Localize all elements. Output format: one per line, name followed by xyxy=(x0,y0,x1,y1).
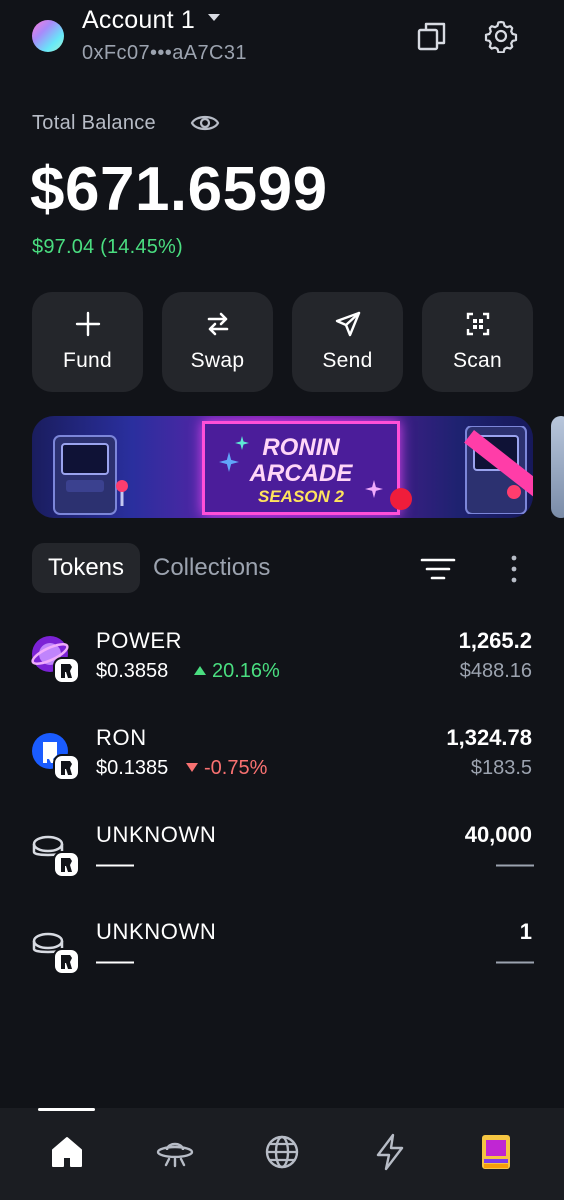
total-balance-label: Total Balance xyxy=(32,112,156,134)
tab-tokens[interactable]: Tokens xyxy=(32,543,140,593)
token-usd-value: $183.5 xyxy=(470,757,532,779)
token-change-value: -0.75% xyxy=(204,757,268,779)
banner-text: ARCADE xyxy=(249,460,353,487)
unknown-token-icon xyxy=(32,932,80,975)
ron-token-icon xyxy=(32,733,80,781)
fund-button[interactable]: Fund xyxy=(32,292,143,392)
filter-icon[interactable] xyxy=(420,556,456,582)
token-amount: 1,324.78 xyxy=(446,725,532,750)
eye-icon[interactable] xyxy=(190,111,220,135)
arcade-machine-icon xyxy=(53,435,128,515)
token-name: UNKNOWN xyxy=(96,919,217,944)
token-row[interactable]: UNKNOWN —— 1 —— xyxy=(0,917,564,997)
token-row[interactable]: RON $0.1385 -0.75% 1,324.78 $183.5 xyxy=(0,723,564,803)
send-label: Send xyxy=(322,349,373,372)
bottom-nav xyxy=(0,1108,564,1200)
token-row[interactable]: UNKNOWN —— 40,000 —— xyxy=(0,820,564,900)
next-banner-peek[interactable] xyxy=(551,416,564,518)
arrow-up-icon xyxy=(194,666,206,675)
ufo-icon[interactable] xyxy=(155,1132,195,1172)
token-change: 20.16% xyxy=(194,660,280,683)
tab-collections[interactable]: Collections xyxy=(153,543,270,593)
token-amount: 1 xyxy=(519,919,532,944)
token-name: UNKNOWN xyxy=(96,822,217,847)
power-token-icon xyxy=(31,636,80,684)
chevron-down-icon[interactable] xyxy=(208,14,220,21)
more-options-icon[interactable] xyxy=(502,552,526,586)
token-price: —— xyxy=(96,951,134,973)
plus-icon xyxy=(75,311,100,337)
account-address[interactable]: 0xFc07•••aA7C31 xyxy=(82,42,247,65)
banner-title-panel: RONIN ARCADE SEASON 2 xyxy=(202,421,400,515)
gear-icon[interactable] xyxy=(484,19,518,53)
active-tab-indicator xyxy=(38,1108,95,1111)
unknown-token-icon xyxy=(32,835,80,878)
token-amount: 40,000 xyxy=(464,822,532,847)
promo-banner[interactable]: RONIN ARCADE SEASON 2 xyxy=(32,416,533,518)
token-change-value: 20.16% xyxy=(212,660,280,682)
fund-label: Fund xyxy=(62,349,113,372)
header: Account 1 0xFc07•••aA7C31 xyxy=(0,0,564,80)
swap-label: Swap xyxy=(190,349,245,372)
scan-button[interactable]: Scan xyxy=(422,292,533,392)
token-amount: 1,265.2 xyxy=(458,628,532,653)
banner-subtitle: SEASON 2 xyxy=(258,487,344,506)
token-name: RON xyxy=(96,725,147,750)
scan-icon xyxy=(466,312,489,336)
token-usd-value: —— xyxy=(496,854,534,876)
arrow-down-icon xyxy=(186,763,198,772)
arcade-icon[interactable] xyxy=(476,1132,516,1172)
lightning-icon[interactable] xyxy=(370,1132,410,1172)
scan-label: Scan xyxy=(452,349,503,372)
balance-change: $97.04 (14.45%) xyxy=(32,236,183,258)
token-change: -0.75% xyxy=(186,757,267,780)
token-name: POWER xyxy=(96,628,183,653)
arcade-ball xyxy=(390,488,412,510)
copy-icon[interactable] xyxy=(416,20,448,52)
globe-icon[interactable] xyxy=(262,1132,302,1172)
avatar[interactable] xyxy=(32,20,64,52)
token-usd-value: —— xyxy=(496,951,534,973)
token-row[interactable]: POWER $0.3858 20.16% 1,265.2 $488.16 xyxy=(0,626,564,706)
send-button[interactable]: Send xyxy=(292,292,403,392)
token-price: $0.1385 xyxy=(96,757,169,779)
total-balance-value: $671.6599 xyxy=(30,155,328,224)
home-icon[interactable] xyxy=(47,1132,87,1172)
token-price: —— xyxy=(96,854,134,876)
send-icon xyxy=(335,311,360,337)
swap-button[interactable]: Swap xyxy=(162,292,273,392)
account-name[interactable]: Account 1 xyxy=(82,6,195,35)
action-buttons: Fund Swap Send Scan xyxy=(32,292,533,392)
token-price: $0.3858 xyxy=(96,660,169,682)
token-usd-value: $488.16 xyxy=(459,660,532,682)
banner-text: RONIN xyxy=(262,434,340,461)
swap-icon xyxy=(207,312,228,336)
